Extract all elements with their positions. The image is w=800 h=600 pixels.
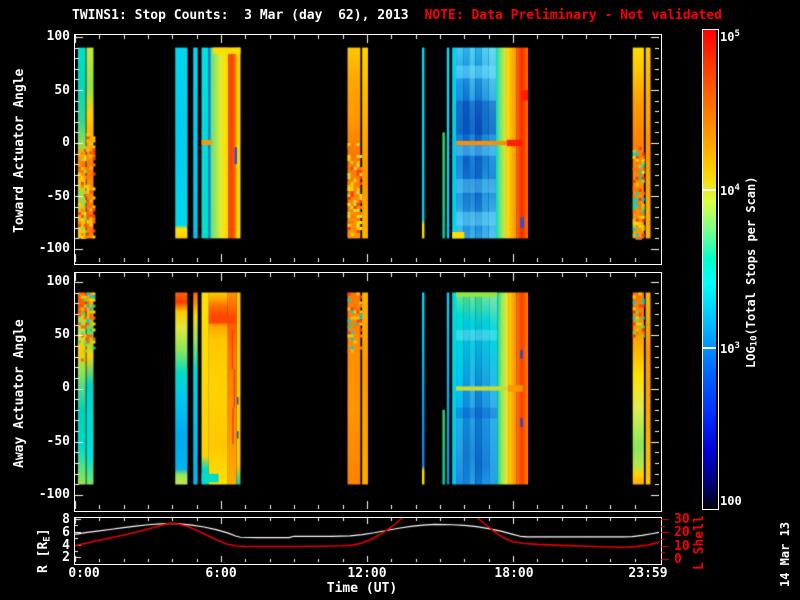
toward-spectrogram-canvas (75, 35, 659, 262)
date-stamp: 14 Mar 13 (778, 521, 792, 587)
x-axis-title: Time (UT) (326, 581, 398, 596)
r-tick-2: 2 (62, 550, 70, 565)
plot-page: TWINS1: Stop Counts: 3 Mar (day 62), 201… (0, 0, 800, 600)
colorbar-tick-1e3: 103 (720, 341, 740, 356)
orbit-line-panel (74, 517, 662, 565)
toward-ytick-50: 50 (54, 83, 70, 98)
colorbar (702, 29, 719, 510)
page-title: TWINS1: Stop Counts: 3 Mar (day 62), 201… (72, 8, 722, 23)
away-spectrogram-panel (74, 272, 662, 512)
colorbar-tick-dash-1e3 (703, 347, 716, 349)
away-ytick-0: 0 (62, 380, 70, 395)
lshell-outer-ticks (661, 517, 673, 563)
title-main: TWINS1: Stop Counts: 3 Mar (day 62), 201… (72, 8, 409, 23)
orbit-line-canvas (75, 518, 659, 562)
away-ytick-m50: -50 (46, 434, 70, 449)
colorbar-tick-100: 100 (720, 494, 742, 508)
away-spectrogram-canvas (75, 273, 659, 509)
colorbar-gradient (703, 30, 716, 507)
lshell-tick-20: 20 (674, 525, 690, 540)
away-ytick-m100: -100 (38, 487, 70, 502)
xtick-2359: 23:59 (628, 566, 668, 581)
lshell-tick-0: 0 (674, 552, 682, 567)
colorbar-tick-1e5: 105 (720, 29, 740, 44)
away-ytick-100: 100 (46, 274, 70, 289)
xtick-1800: 18:00 (494, 566, 534, 581)
toward-ytick-100: 100 (46, 29, 70, 44)
xtick-0600: 6:00 (205, 566, 237, 581)
lshell-axis-title: L Shell (692, 515, 707, 570)
toward-ytick-m100: -100 (38, 241, 70, 256)
colorbar-axis-title: LOG10(Total Stops per Scan) (744, 176, 760, 368)
title-preliminary-note: NOTE: Data Preliminary - Not validated (424, 8, 722, 23)
toward-spectrogram-panel (74, 34, 662, 265)
xtick-1200: 12:00 (347, 566, 387, 581)
toward-ytick-0: 0 (62, 135, 70, 150)
colorbar-tick-dash-1e4 (703, 189, 716, 191)
away-ytick-50: 50 (54, 327, 70, 342)
toward-ytick-m50: -50 (46, 189, 70, 204)
colorbar-tick-1e4: 104 (720, 183, 740, 198)
xtick-0000: 0:00 (68, 566, 100, 581)
